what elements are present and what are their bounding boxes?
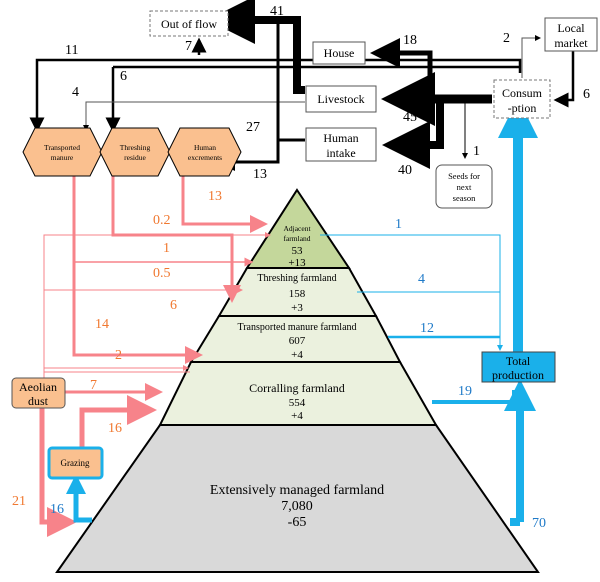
value: 7 <box>185 39 192 54</box>
value: 4 <box>72 85 79 100</box>
value: 1 <box>163 241 170 256</box>
value: 11 <box>65 43 78 58</box>
label: intake <box>326 146 355 160</box>
corralling-label: Corralling farmland <box>249 381 345 395</box>
value: 6 <box>583 87 590 102</box>
flow-corralling-total <box>432 390 516 404</box>
value: 13 <box>253 167 267 182</box>
label: House <box>324 46 355 60</box>
value: 1 <box>395 217 402 232</box>
diagram-canvas: Transported manure Threshing residue Hum… <box>11 0 598 573</box>
label: next <box>457 182 472 192</box>
node-threshing-residue[interactable] <box>99 127 171 177</box>
label: Human <box>194 143 216 152</box>
value: 70 <box>532 516 546 531</box>
label: Threshing <box>120 143 151 152</box>
flow-to-market <box>521 35 541 78</box>
label: manure <box>51 153 74 162</box>
extensive-area: 7,080 <box>281 499 313 514</box>
label: excrements <box>188 153 222 162</box>
label: Aeolian <box>19 380 57 394</box>
label: Grazing <box>61 458 90 468</box>
value: 21 <box>12 494 26 509</box>
flow-from-market <box>553 50 575 108</box>
value: 45 <box>403 110 417 125</box>
value: 6 <box>170 298 177 313</box>
label: season <box>453 193 476 203</box>
value: 41 <box>270 4 284 19</box>
extensive-change: -65 <box>288 515 307 530</box>
flow-extensive-grazing <box>66 474 92 523</box>
value: 2 <box>503 31 510 46</box>
threshing-area: 158 <box>289 288 306 300</box>
corralling-area: 554 <box>289 397 306 409</box>
value: 1 <box>473 144 480 159</box>
label: dust <box>28 394 49 408</box>
value: 7 <box>90 378 97 393</box>
extensive-label: Extensively managed farmland <box>210 483 384 498</box>
node-transported-manure[interactable] <box>22 127 103 177</box>
threshing-change: +3 <box>291 302 303 314</box>
flow-livestock-manure <box>83 101 305 131</box>
value: 16 <box>108 421 122 436</box>
value: 27 <box>246 120 260 135</box>
adjacent-label: Adjacent <box>283 224 311 233</box>
label: Human <box>323 131 358 145</box>
value: 2 <box>115 348 122 363</box>
hexagon-nodes: Transported manure Threshing residue Hum… <box>22 127 242 177</box>
value: 4 <box>418 272 425 287</box>
value: 40 <box>398 163 412 178</box>
label: market <box>554 36 588 50</box>
adjacent-label: farmland <box>283 234 310 243</box>
transported-area: 607 <box>289 335 306 347</box>
transported-change: +4 <box>291 349 303 361</box>
value: 18 <box>403 33 417 48</box>
label: Total <box>506 354 531 368</box>
adjacent-change: +13 <box>288 257 306 269</box>
flow-residue-threshing <box>111 165 241 303</box>
value: 6 <box>120 69 127 84</box>
value: 19 <box>458 384 472 399</box>
label: production <box>492 368 544 382</box>
corralling-change: +4 <box>291 410 303 422</box>
threshing-label: Threshing farmland <box>257 273 336 284</box>
label: Seeds for <box>448 171 480 181</box>
label: Consum <box>502 86 543 100</box>
label: Local <box>557 21 585 35</box>
label: Out of flow <box>161 17 217 31</box>
value: 16 <box>50 502 64 517</box>
value: 12 <box>420 321 434 336</box>
value: 0.2 <box>153 213 171 228</box>
value: 13 <box>208 189 222 204</box>
label: residue <box>124 153 146 162</box>
node-human-excrements[interactable] <box>167 127 242 177</box>
value: 14 <box>95 317 109 332</box>
label: Transported <box>44 143 80 152</box>
value: 0.5 <box>153 266 171 281</box>
transported-label: Transported manure farmland <box>237 322 356 333</box>
flow-manure-transported <box>72 165 203 364</box>
label: Livestock <box>317 92 364 106</box>
adjacent-area: 53 <box>292 245 304 257</box>
nutrient-flow-diagram: Transported manure Threshing residue Hum… <box>0 0 600 582</box>
label: -ption <box>508 101 537 115</box>
